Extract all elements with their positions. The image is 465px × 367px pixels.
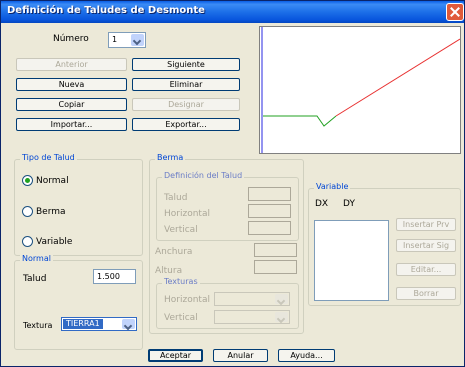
- variable-title: Variable: [314, 182, 351, 191]
- talud-label: Talud: [23, 274, 47, 284]
- radio-berma[interactable]: [22, 206, 33, 217]
- vertical-input[interactable]: [248, 221, 291, 235]
- radio-normal[interactable]: [22, 175, 33, 186]
- chevron-down-icon[interactable]: [131, 34, 144, 46]
- radio-variable-label: Variable: [36, 237, 73, 247]
- siguiente-button[interactable]: Siguiente: [132, 58, 240, 71]
- horizontal-input[interactable]: [248, 204, 291, 218]
- editar-button[interactable]: Editar...: [396, 263, 456, 276]
- importar-button[interactable]: Importar...: [16, 118, 127, 131]
- berma-talud-label: Talud: [164, 193, 188, 203]
- dy-column-label: DY: [343, 199, 355, 209]
- numero-value: 1: [112, 35, 118, 44]
- ground-line: [263, 115, 337, 127]
- variable-points-list[interactable]: [314, 220, 389, 301]
- altura-input[interactable]: [254, 260, 297, 274]
- definicion-talud-title: Definición del Talud: [162, 171, 245, 180]
- numero-label: Número: [53, 34, 89, 44]
- dialog-window: Definición de Taludes de Desmonte Número…: [0, 0, 465, 367]
- textura-select[interactable]: TIERRA1: [61, 317, 137, 331]
- horizontal-label: Horizontal: [164, 209, 210, 219]
- textura-value: TIERRA1: [63, 319, 103, 329]
- radio-berma-label: Berma: [36, 207, 66, 217]
- profile-preview: [259, 26, 461, 154]
- tex-horizontal-select[interactable]: [214, 292, 290, 306]
- altura-label: Altura: [155, 266, 183, 276]
- profile-preview-svg: [261, 27, 461, 153]
- numero-select[interactable]: 1: [108, 32, 146, 48]
- chevron-down-icon[interactable]: [275, 312, 288, 322]
- title-bar[interactable]: Definición de Taludes de Desmonte: [1, 1, 464, 23]
- insertar-prv-button[interactable]: Insertar Prv: [396, 218, 456, 231]
- vertical-label: Vertical: [164, 225, 198, 235]
- texturas-title: Texturas: [162, 277, 200, 286]
- copiar-button[interactable]: Copiar: [16, 98, 127, 111]
- exportar-button[interactable]: Exportar...: [132, 118, 240, 131]
- tex-vertical-select[interactable]: [214, 310, 290, 324]
- eliminar-button[interactable]: Eliminar: [132, 78, 240, 91]
- berma-title: Berma: [155, 153, 186, 162]
- window-title: Definición de Taludes de Desmonte: [7, 5, 205, 16]
- textura-label: Textura: [23, 321, 53, 330]
- slope-line: [335, 38, 461, 117]
- normal-title: Normal: [20, 254, 53, 263]
- insertar-sig-button[interactable]: Insertar Sig: [396, 239, 456, 252]
- chevron-down-icon[interactable]: [275, 294, 288, 304]
- borrar-button[interactable]: Borrar: [396, 287, 456, 300]
- dx-column-label: DX: [315, 199, 329, 209]
- radio-normal-label: Normal: [36, 176, 69, 186]
- talud-input[interactable]: 1.500: [93, 269, 136, 284]
- anterior-button[interactable]: Anterior: [16, 58, 127, 71]
- radio-variable[interactable]: [22, 236, 33, 247]
- nueva-button[interactable]: Nueva: [16, 78, 127, 91]
- berma-talud-input[interactable]: [248, 187, 291, 201]
- anchura-label: Anchura: [155, 247, 193, 257]
- tipo-talud-group: [14, 159, 143, 256]
- ayuda-button[interactable]: Ayuda...: [278, 349, 335, 362]
- close-icon[interactable]: [446, 3, 464, 21]
- tex-horizontal-label: Horizontal: [164, 295, 210, 305]
- aceptar-button[interactable]: Aceptar: [148, 349, 203, 362]
- chevron-down-icon[interactable]: [122, 319, 135, 329]
- tipo-talud-title: Tipo de Talud: [20, 153, 77, 162]
- designar-button[interactable]: Designar: [132, 98, 240, 111]
- anular-button[interactable]: Anular: [213, 349, 268, 362]
- anchura-input[interactable]: [254, 243, 297, 257]
- tex-vertical-label: Vertical: [164, 313, 198, 323]
